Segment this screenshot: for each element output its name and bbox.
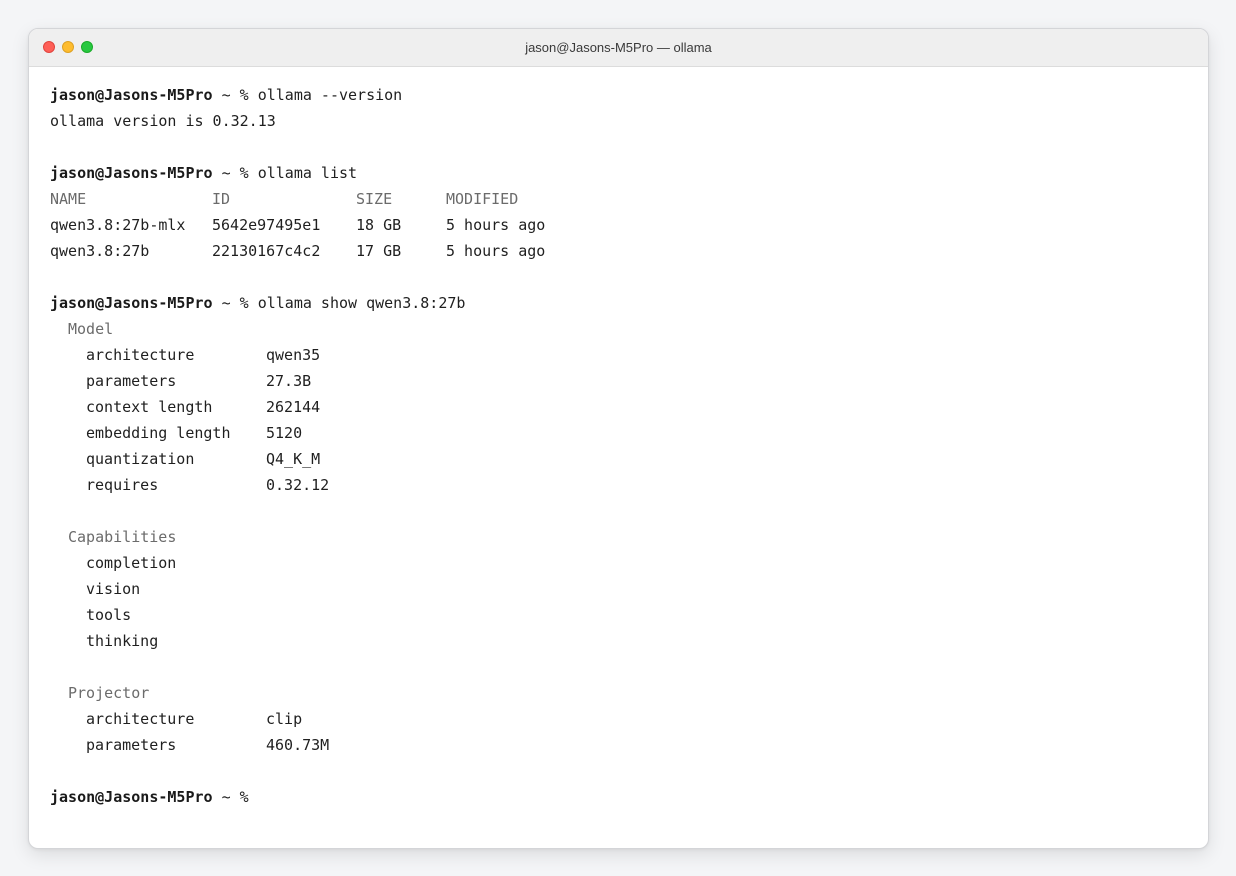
capability-item: thinking [86, 632, 159, 650]
cell-id: 22130167c4c2 [212, 242, 321, 260]
cell-name: qwen3.8:27b-mlx [50, 216, 186, 234]
property-key: context length [86, 398, 213, 416]
prompt-suffix: ~ % [212, 294, 258, 312]
property-key: parameters [86, 736, 177, 754]
property-key: embedding length [86, 424, 231, 442]
property-key: architecture [86, 710, 195, 728]
terminal-output[interactable]: jason@Jasons-M5Pro ~ % ollama --version … [29, 67, 1208, 810]
header-size: SIZE [356, 190, 393, 208]
capability-item: tools [86, 606, 132, 624]
command-line: jason@Jasons-M5Pro ~ % ollama --version [50, 82, 1208, 108]
window-title: jason@Jasons-M5Pro — ollama [525, 40, 712, 55]
model-property: architecture qwen35 [50, 342, 1208, 368]
terminal-window: jason@Jasons-M5Pro — ollama jason@Jasons… [28, 28, 1209, 849]
section-heading-capabilities: Capabilities [68, 528, 177, 546]
prompt-suffix: ~ % [212, 86, 258, 104]
capability-item: vision [86, 580, 141, 598]
property-key: architecture [86, 346, 195, 364]
section-heading-model: Model [68, 320, 114, 338]
property-value: 0.32.12 [266, 476, 330, 494]
property-value: Q4_K_M [266, 450, 321, 468]
property-value: 262144 [266, 398, 321, 416]
property-key: parameters [86, 372, 177, 390]
cell-modified: 5 hours ago [446, 216, 546, 234]
projector-property: architecture clip [50, 706, 1208, 732]
property-value: clip [266, 710, 303, 728]
command-text: ollama list [257, 164, 358, 182]
prompt-suffix: ~ % [212, 788, 249, 806]
prompt-suffix: ~ % [212, 164, 258, 182]
prompt-user-host: jason@Jasons-M5Pro [50, 788, 213, 806]
capability-item: completion [86, 554, 177, 572]
command-line: jason@Jasons-M5Pro ~ % ollama list [50, 160, 1208, 186]
cell-name: qwen3.8:27b [50, 242, 150, 260]
property-value: qwen35 [266, 346, 321, 364]
list-header-row: NAME ID SIZE MODIFIED [50, 186, 1208, 212]
command-text: ollama --version [257, 86, 403, 104]
cell-id: 5642e97495e1 [212, 216, 321, 234]
property-value: 27.3B [266, 372, 312, 390]
property-value: 5120 [266, 424, 303, 442]
property-key: quantization [86, 450, 195, 468]
property-key: requires [86, 476, 159, 494]
list-row: qwen3.8:27b 22130167c4c2 17 GB 5 hours ago [50, 238, 1208, 264]
property-value: 460.73M [266, 736, 330, 754]
model-property: context length 262144 [50, 394, 1208, 420]
prompt-user-host: jason@Jasons-M5Pro [50, 86, 213, 104]
header-modified: MODIFIED [446, 190, 519, 208]
model-property: quantization Q4_K_M [50, 446, 1208, 472]
model-property: embedding length 5120 [50, 420, 1208, 446]
title-bar[interactable]: jason@Jasons-M5Pro — ollama [29, 29, 1208, 67]
cell-modified: 5 hours ago [446, 242, 546, 260]
prompt-user-host: jason@Jasons-M5Pro [50, 294, 213, 312]
version-output: ollama version is 0.32.13 [50, 112, 276, 130]
model-property: requires 0.32.12 [50, 472, 1208, 498]
cell-size: 18 GB [356, 216, 402, 234]
projector-property: parameters 460.73M [50, 732, 1208, 758]
prompt-user-host: jason@Jasons-M5Pro [50, 164, 213, 182]
model-property: parameters 27.3B [50, 368, 1208, 394]
cell-size: 17 GB [356, 242, 402, 260]
current-prompt-line[interactable]: jason@Jasons-M5Pro ~ % [50, 784, 1208, 810]
list-row: qwen3.8:27b-mlx 5642e97495e1 18 GB 5 hours … [50, 212, 1208, 238]
command-line: jason@Jasons-M5Pro ~ % ollama show qwen3… [50, 290, 1208, 316]
header-name: NAME [50, 190, 87, 208]
header-id: ID [212, 190, 231, 208]
section-heading-projector: Projector [68, 684, 150, 702]
command-text: ollama show qwen3.8:27b [257, 294, 466, 312]
